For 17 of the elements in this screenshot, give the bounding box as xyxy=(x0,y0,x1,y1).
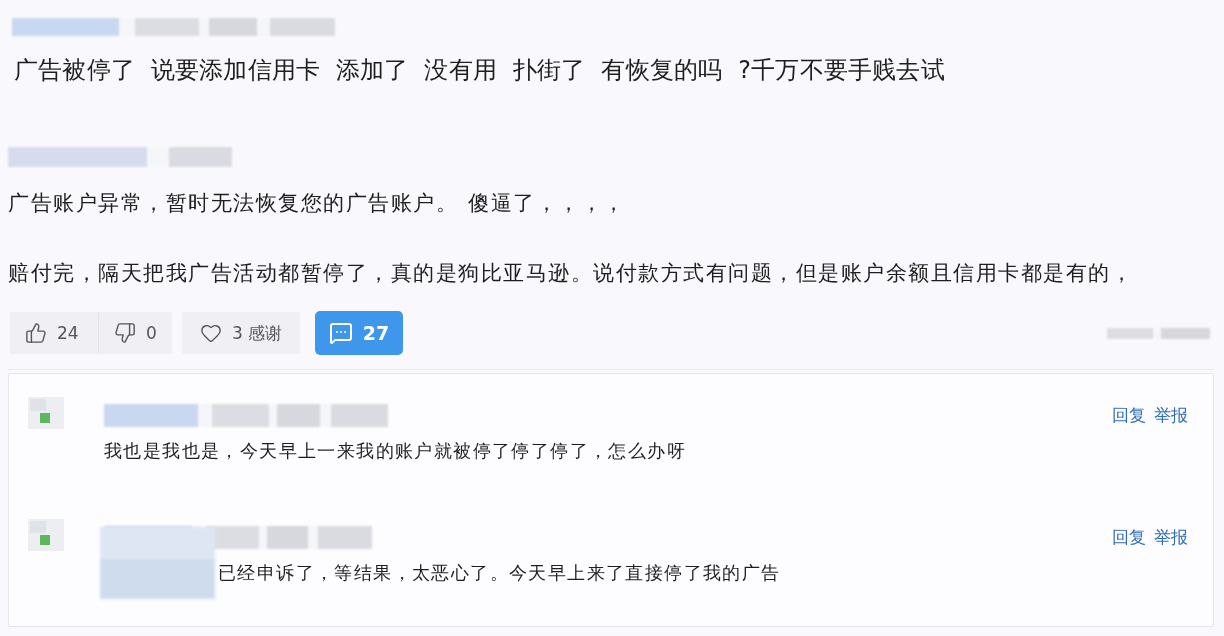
heart-icon xyxy=(200,322,222,344)
blurred-avatar xyxy=(28,519,64,551)
comments-button[interactable]: 27 xyxy=(315,311,403,355)
reply-link[interactable]: 回复 xyxy=(1112,526,1146,549)
post-text: 赔付完，隔天把我广告活动都暂停了，真的是狗比亚马逊。说付款方式有问题，但是账户余额且信用卡都是有的， xyxy=(8,260,1134,287)
report-link[interactable]: 举报 xyxy=(1154,526,1188,549)
reply-text: 我也是我也是，今天早上一来我的账户就被停了停了停了，怎么办呀 xyxy=(104,439,687,463)
reply-text: 已经申诉了，等结果，太恶心了。今天早上来了直接停了我的广告 xyxy=(217,561,782,585)
post-text: 广告账户异常，暂时无法恢复您的广告账户。 傻逼了，，，， xyxy=(8,190,627,217)
comment-icon xyxy=(328,321,353,345)
thumbs-down-icon xyxy=(114,322,136,344)
blurred-avatar xyxy=(28,397,64,429)
thumbs-up-icon xyxy=(25,322,47,344)
thanks-button[interactable]: 3 感谢 xyxy=(182,312,300,354)
post-text: 广告被停了 说要添加信用卡 添加了 没有用 扑街了 有恢复的吗 ?千万不要手贱去试 xyxy=(14,55,946,86)
reply-link[interactable]: 回复 xyxy=(1112,404,1146,427)
report-link[interactable]: 举报 xyxy=(1154,404,1188,427)
